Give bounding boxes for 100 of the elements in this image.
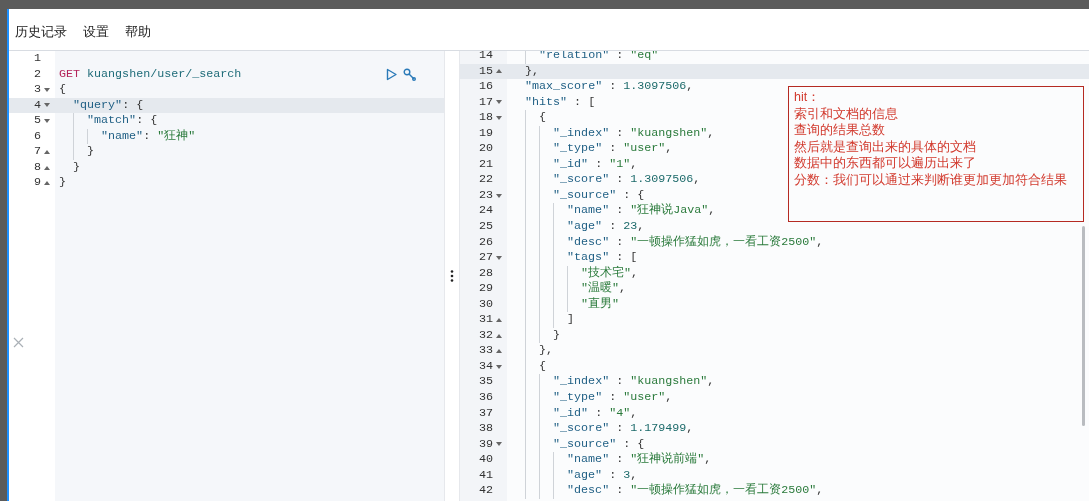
code-line: "hits" : [: [524, 94, 596, 111]
line-number: 6: [33, 128, 42, 145]
caret-up-icon[interactable]: [44, 165, 50, 170]
line-number: 8: [33, 159, 42, 176]
code-line: GET kuangshen/user/_search: [58, 66, 242, 83]
code-line: }: [507, 327, 561, 344]
code-line: "_id" : "1",: [507, 156, 638, 173]
line-number: 4: [33, 97, 42, 114]
line-number: 33: [477, 343, 494, 359]
caret-down-icon[interactable]: [496, 255, 502, 260]
menu-item[interactable]: 历史记录: [15, 22, 67, 41]
line-number: 15: [477, 63, 494, 80]
code-line: {: [507, 110, 547, 126]
code-line: }: [55, 144, 95, 160]
code-line: "技术宅",: [507, 265, 639, 282]
code-line: "query": {: [72, 97, 144, 114]
code-line: "_type" : "user",: [507, 390, 673, 406]
caret-up-icon[interactable]: [496, 333, 502, 338]
annotation-text: 索引和文档的信息: [794, 105, 898, 123]
line-number: 23: [477, 187, 494, 204]
line-number: 30: [477, 296, 494, 313]
caret-down-icon[interactable]: [496, 442, 502, 447]
line-number: 42: [477, 483, 494, 499]
drag-handle-icon[interactable]: [450, 270, 454, 282]
line-number: 20: [477, 141, 494, 157]
caret-down-icon[interactable]: [44, 103, 50, 108]
annotation-text: 查询的结果总数: [794, 122, 885, 139]
line-number: 31: [477, 312, 494, 328]
line-number: 24: [477, 203, 494, 219]
code-line: "age" : 23,: [507, 219, 645, 235]
line-number: 2: [33, 66, 42, 83]
menu-item[interactable]: 帮助: [125, 22, 151, 41]
caret-up-icon[interactable]: [496, 318, 502, 323]
annotation-text: 分数：我们可以通过来判断谁更加更加符合结果: [794, 171, 1067, 189]
play-icon[interactable]: [385, 67, 398, 81]
line-number: 25: [477, 219, 494, 235]
line-number: 35: [477, 374, 494, 391]
line-number: 14: [477, 51, 494, 64]
code-line: "tags" : [: [507, 250, 638, 266]
line-number: 39: [477, 436, 494, 453]
line-number: 36: [477, 390, 494, 406]
code-line: "温暖",: [507, 281, 627, 297]
annotation-text: hit：: [794, 89, 821, 106]
code-line: {: [507, 358, 547, 375]
code-line: "max_score" : 1.3097506,: [524, 79, 694, 95]
line-number: 19: [477, 125, 494, 142]
caret-up-icon[interactable]: [44, 150, 50, 155]
code-line: "desc" : "一顿操作猛如虎，一看工资2500",: [507, 234, 824, 251]
line-number: 27: [477, 250, 494, 266]
code-line: },: [524, 63, 540, 80]
line-number: 9: [33, 175, 42, 191]
code-line: "name" : "狂神说前端",: [507, 452, 712, 468]
code-line: "desc" : "一顿操作猛如虎，一看工资2500",: [507, 483, 824, 499]
caret-down-icon[interactable]: [44, 87, 50, 92]
line-number: 37: [477, 405, 494, 422]
code-line: "match": {: [55, 113, 158, 129]
caret-down-icon[interactable]: [496, 364, 502, 369]
code-line: ]: [507, 312, 575, 328]
line-number: 1: [33, 51, 42, 67]
line-number: 16: [477, 79, 494, 95]
line-number: 7: [33, 144, 42, 160]
code-line: "age" : 3,: [507, 467, 638, 484]
line-number: 22: [477, 172, 494, 188]
line-number: 3: [33, 82, 42, 98]
scrollbar-thumb[interactable]: [1082, 226, 1085, 426]
line-number: 32: [477, 327, 494, 344]
code-line: },: [507, 343, 554, 359]
caret-up-icon[interactable]: [496, 349, 502, 354]
code-line: "_id" : "4",: [507, 405, 638, 422]
caret-down-icon[interactable]: [496, 115, 502, 120]
line-number: 34: [477, 358, 494, 375]
menu-item[interactable]: 设置: [83, 22, 109, 41]
wrench-icon[interactable]: [403, 67, 416, 81]
code-line: "_type" : "user",: [507, 141, 673, 157]
caret-up-icon[interactable]: [496, 69, 502, 74]
code-line: "_score" : 1.179499,: [507, 421, 694, 437]
caret-down-icon[interactable]: [496, 100, 502, 105]
caret-up-icon[interactable]: [44, 181, 50, 186]
caret-down-icon[interactable]: [496, 193, 502, 198]
line-number: 26: [477, 234, 494, 251]
line-number: 38: [477, 421, 494, 437]
code-line: }: [58, 175, 66, 191]
line-number: 41: [477, 467, 494, 484]
line-number: 5: [33, 113, 42, 129]
annotation-text: 数据中的东西都可以遍历出来了: [794, 155, 976, 172]
line-number: 29: [477, 281, 494, 297]
code-line: "_source" : {: [507, 187, 645, 204]
code-line: "_source" : {: [507, 436, 645, 453]
code-line: "name" : "狂神说Java",: [507, 203, 716, 219]
line-number: 17: [477, 94, 494, 111]
code-line: "_index" : "kuangshen",: [507, 374, 715, 391]
line-number: 40: [477, 452, 494, 468]
code-line: "name": "狂神": [55, 128, 196, 145]
line-number: 28: [477, 265, 494, 282]
code-line: "直男": [507, 296, 620, 313]
code-line: {: [58, 82, 66, 98]
code-line: "_index" : "kuangshen",: [507, 125, 715, 142]
line-number: 18: [477, 110, 494, 126]
caret-down-icon[interactable]: [44, 118, 50, 123]
line-number: 21: [477, 156, 494, 173]
